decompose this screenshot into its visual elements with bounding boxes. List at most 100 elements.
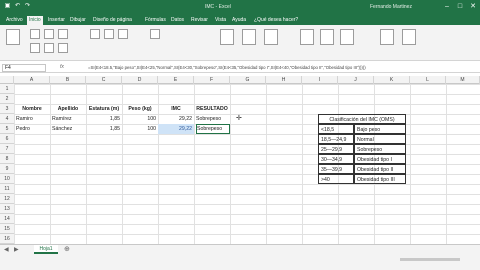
font-icon[interactable] — [30, 29, 40, 39]
tab-archivo[interactable]: Archivo — [4, 16, 25, 25]
redo-icon[interactable]: ↷ — [24, 3, 31, 10]
align-left-icon[interactable] — [90, 29, 100, 39]
cell-styles-icon[interactable] — [264, 29, 278, 45]
number-format-icon[interactable] — [150, 29, 160, 39]
column-header[interactable]: M — [446, 76, 480, 84]
classification-label[interactable]: Bajo peso — [354, 124, 406, 134]
tab-datos[interactable]: Datos — [169, 16, 186, 25]
classification-range[interactable]: 30—34,9 — [318, 154, 354, 164]
tab-diseno[interactable]: Diseño de página — [91, 16, 134, 25]
table-header-cell[interactable]: Peso (kg) — [122, 104, 158, 114]
minimize-icon[interactable]: – — [442, 2, 452, 12]
conditional-format-icon[interactable] — [220, 29, 234, 45]
row-header[interactable]: 16 — [0, 234, 14, 244]
table-cell[interactable]: 1,85 — [86, 114, 122, 124]
classification-label[interactable]: Obesidad tipo I — [354, 154, 406, 164]
column-header[interactable]: C — [86, 76, 122, 84]
fill-color-icon[interactable] — [44, 43, 54, 53]
table-header-cell[interactable]: Apellido — [50, 104, 86, 114]
row-header[interactable]: 3 — [0, 104, 14, 114]
table-header-cell[interactable]: Estatura (m) — [86, 104, 122, 114]
table-cell[interactable]: 100 — [122, 124, 158, 134]
maximize-icon[interactable]: □ — [455, 2, 465, 12]
column-header[interactable]: E — [158, 76, 194, 84]
align-center-icon[interactable] — [104, 29, 114, 39]
row-header[interactable]: 13 — [0, 204, 14, 214]
table-cell[interactable]: 1,85 — [86, 124, 122, 134]
row-header[interactable]: 12 — [0, 194, 14, 204]
column-header[interactable]: F — [194, 76, 230, 84]
classification-range[interactable]: 18,5—24,9 — [318, 134, 354, 144]
save-icon[interactable]: ▣ — [4, 3, 11, 10]
border-icon[interactable] — [30, 43, 40, 53]
bold-icon[interactable] — [44, 29, 54, 39]
column-header[interactable]: H — [266, 76, 302, 84]
table-cell[interactable]: 29,22 — [158, 124, 194, 134]
fx-icon[interactable]: fx — [60, 64, 64, 70]
classification-label[interactable]: Obesidad tipo II — [354, 164, 406, 174]
row-header[interactable]: 1 — [0, 84, 14, 94]
classification-range[interactable]: 35—39,9 — [318, 164, 354, 174]
table-cell[interactable]: Sánchez — [52, 124, 86, 134]
table-header-cell[interactable]: Nombre — [14, 104, 50, 114]
wrap-text-icon[interactable] — [118, 29, 128, 39]
classification-range[interactable]: <18,5 — [318, 124, 354, 134]
sheet-prev-icon[interactable]: ◀ — [4, 246, 9, 253]
row-header[interactable]: 15 — [0, 224, 14, 234]
row-header[interactable]: 14 — [0, 214, 14, 224]
table-cell[interactable]: Ramiro — [16, 114, 50, 124]
find-select-icon[interactable] — [402, 29, 416, 45]
row-header[interactable]: 11 — [0, 184, 14, 194]
row-header[interactable]: 4 — [0, 114, 14, 124]
column-header[interactable]: I — [302, 76, 338, 84]
tab-formulas[interactable]: Fórmulas — [143, 16, 168, 25]
classification-label[interactable]: Obesidad tipo III — [354, 174, 406, 184]
tab-dibujar[interactable]: Dibujar — [68, 16, 88, 25]
add-sheet-icon[interactable]: ⊕ — [64, 245, 70, 253]
tab-ayuda[interactable]: Ayuda — [230, 16, 248, 25]
name-box[interactable]: F4 — [2, 64, 46, 72]
classification-title[interactable]: Clasificación del IMC (OMS) — [318, 114, 406, 124]
column-header[interactable]: B — [50, 76, 86, 84]
paste-icon[interactable] — [6, 29, 20, 45]
insert-cells-icon[interactable] — [300, 29, 314, 45]
row-header[interactable]: 6 — [0, 134, 14, 144]
tell-me-box[interactable]: ¿Qué desea hacer? — [252, 16, 300, 25]
column-header[interactable]: D — [122, 76, 158, 84]
tab-insertar[interactable]: Insertar — [46, 16, 67, 25]
select-all-corner[interactable] — [0, 76, 14, 84]
undo-icon[interactable]: ↶ — [14, 3, 21, 10]
table-header-cell[interactable]: IMC — [158, 104, 194, 114]
row-header[interactable]: 8 — [0, 154, 14, 164]
sheet-tab[interactable]: Hoja1 — [34, 245, 58, 254]
table-cell[interactable]: Ramírez — [52, 114, 86, 124]
sheet-next-icon[interactable]: ▶ — [14, 246, 19, 253]
format-table-icon[interactable] — [242, 29, 256, 45]
font-color-icon[interactable] — [58, 43, 68, 53]
zoom-slider[interactable] — [400, 258, 460, 261]
row-header[interactable]: 9 — [0, 164, 14, 174]
table-cell[interactable]: 29,22 — [158, 114, 194, 124]
delete-cells-icon[interactable] — [320, 29, 334, 45]
table-header-cell[interactable]: RESULTADO — [194, 104, 230, 114]
italic-icon[interactable] — [58, 29, 68, 39]
active-cell[interactable]: Sobrepeso — [196, 124, 230, 134]
classification-range[interactable]: >40 — [318, 174, 354, 184]
classification-label[interactable]: Sobrepeso — [354, 144, 406, 154]
row-header[interactable]: 7 — [0, 144, 14, 154]
column-header[interactable]: G — [230, 76, 266, 84]
format-cells-icon[interactable] — [340, 29, 354, 45]
column-header[interactable]: A — [14, 76, 50, 84]
classification-label[interactable]: Normal — [354, 134, 406, 144]
tab-inicio[interactable]: Inicio — [27, 16, 43, 25]
table-cell[interactable]: Pedro — [16, 124, 50, 134]
tab-revisar[interactable]: Revisar — [189, 16, 210, 25]
row-header[interactable]: 10 — [0, 174, 14, 184]
classification-range[interactable]: 25—29,9 — [318, 144, 354, 154]
column-header[interactable]: L — [410, 76, 446, 84]
column-header[interactable]: J — [338, 76, 374, 84]
formula-input[interactable]: =SI(E4<18.5,"Bajo peso",SI(E4<25,"Normal… — [88, 64, 473, 72]
table-cell[interactable]: Sobrepeso — [196, 114, 230, 124]
table-cell[interactable]: 100 — [122, 114, 158, 124]
column-header[interactable]: K — [374, 76, 410, 84]
